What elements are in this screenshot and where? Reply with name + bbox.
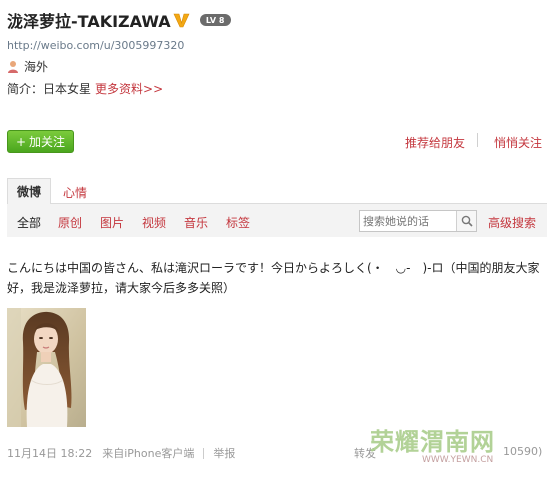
post-date[interactable]: 11月14日 18:22 [7,445,92,461]
search-icon [461,215,473,227]
portrait-image [7,308,86,427]
filter-music[interactable]: 音乐 [184,214,208,231]
person-icon [8,60,18,73]
search-input[interactable] [360,211,456,231]
divider [203,447,205,459]
site-watermark: 荣耀渭南网 WWW.YEWN.CN [370,422,520,472]
more-info-link[interactable]: 更多资料>> [95,82,163,96]
location-text: 海外 [24,60,49,74]
watermark-url: WWW.YEWN.CN [422,455,494,465]
repost-count: 10590) [503,445,543,458]
profile-header: 泷泽萝拉-TAKIZAWA LV 8 [7,8,231,32]
content-tabs: 微博 心情 [7,178,547,204]
post-meta: 11月14日 18:22 来自iPhone客户端 举报 [7,445,235,461]
post-text: こんにちは中国の皆さん、私は滝沢ローラです！今日からよろしく(・ ◡- )-ロ（… [7,261,540,295]
tab-mood[interactable]: 心情 [63,184,87,201]
search-button[interactable] [456,211,476,231]
intro-text: 日本女星 [43,82,92,96]
filter-images[interactable]: 图片 [100,214,124,231]
follow-label: 加关注 [29,135,66,149]
filter-videos[interactable]: 视频 [142,214,166,231]
watermark-title: 荣耀渭南网 [370,428,495,456]
filter-original[interactable]: 原创 [58,214,82,231]
intro-label: 简介： [7,82,44,96]
verified-v-icon[interactable] [173,13,190,28]
report-link[interactable]: 举报 [213,445,235,461]
divider [477,133,478,147]
tab-weibo[interactable]: 微博 [7,178,51,204]
filter-tags[interactable]: 标签 [226,214,250,231]
location-row: 海外 [7,58,48,75]
filter-bar: 全部 原创 图片 视频 音乐 标签 高级搜索 [7,204,547,237]
plus-icon: + [15,134,27,149]
follow-button[interactable]: + 加关注 [7,130,74,153]
repost-link[interactable]: 转发 [354,445,376,461]
profile-name: 泷泽萝拉-TAKIZAWA [7,12,171,31]
post-photo[interactable] [7,308,86,427]
search-box [359,210,477,232]
profile-url[interactable]: http://weibo.com/u/3005997320 [7,39,184,52]
recommend-to-friend-link[interactable]: 推荐给朋友 [405,134,465,151]
advanced-search-link[interactable]: 高级搜索 [488,214,536,231]
secret-follow-link[interactable]: 悄悄关注 [494,134,542,151]
post-source[interactable]: 来自iPhone客户端 [102,445,194,461]
filter-all[interactable]: 全部 [17,214,41,231]
level-badge[interactable]: LV 8 [199,14,231,26]
intro-row: 简介：日本女星 更多资料>> [7,80,163,97]
